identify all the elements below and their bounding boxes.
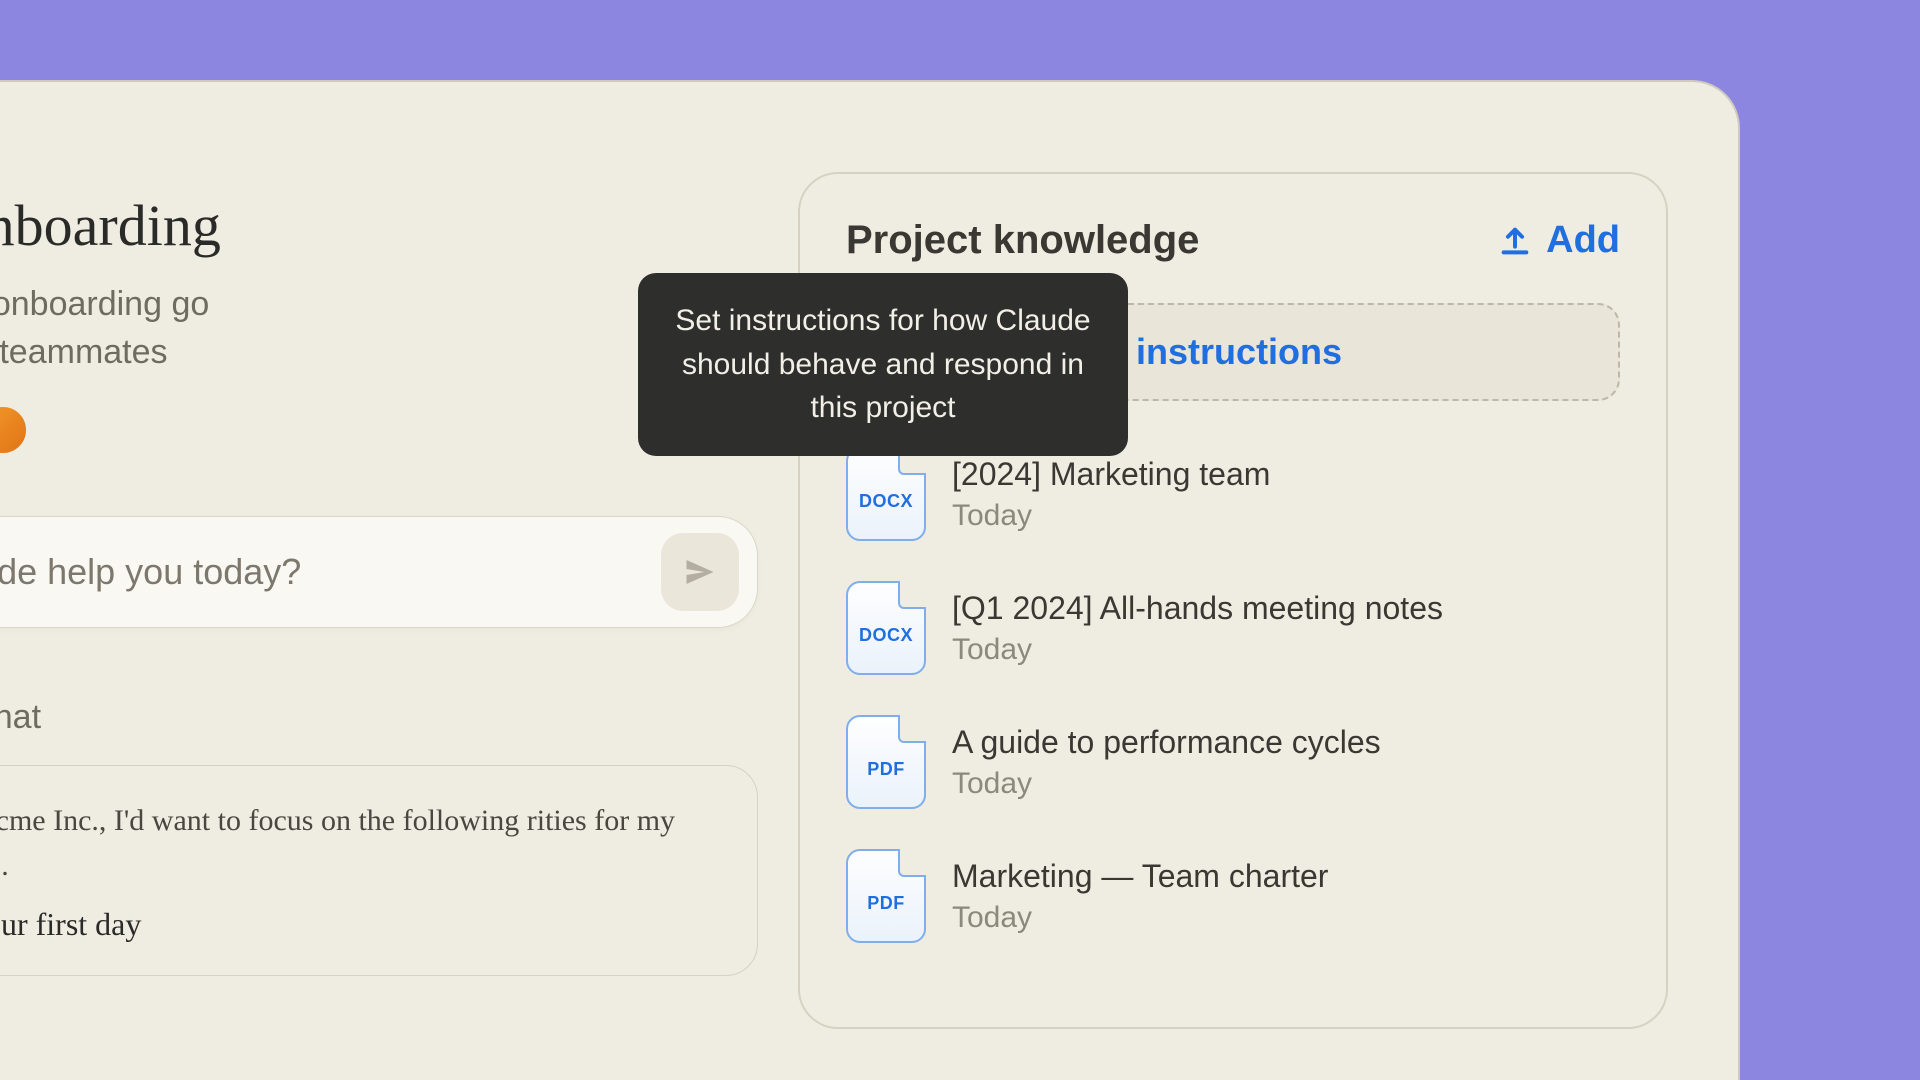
project-desc-line2: r my new teammates [0,333,168,371]
add-knowledge-label: Add [1546,219,1620,262]
project-desc-line1: ake sure onboarding go [0,285,209,323]
knowledge-file-item[interactable]: PDF Marketing — Team charter Today [846,849,1620,943]
shared-chat-label: hared a chat [0,698,758,737]
knowledge-title: Project knowledge [846,218,1199,263]
file-date: Today [952,499,1270,533]
file-type-icon: DOCX [846,447,926,541]
add-knowledge-button[interactable]: Add [1498,219,1620,262]
file-ext: DOCX [859,625,913,646]
app-window: hire onboarding ake sure onboarding go r… [0,80,1740,1080]
send-icon [682,554,718,590]
file-name: A guide to performance cycles [952,724,1381,761]
file-ext: PDF [867,893,905,914]
avatar-3[interactable] [0,404,29,456]
send-button[interactable] [661,533,739,611]
shared-chat-title: es for your first day [0,906,721,943]
file-type-icon: PDF [846,715,926,809]
file-name: Marketing — Team charter [952,858,1328,895]
project-title: hire onboarding [0,192,758,259]
chat-input[interactable]: n Claude help you today? [0,516,758,628]
file-type-icon: PDF [846,849,926,943]
shared-chat-card[interactable]: new at Acme Inc., I'd want to focus on t… [0,765,758,976]
file-name: [2024] Marketing team [952,456,1270,493]
upload-icon [1498,224,1532,258]
knowledge-file-item[interactable]: DOCX [Q1 2024] All-hands meeting notes T… [846,581,1620,675]
custom-instructions-tooltip: Set instructions for how Claude should b… [638,273,1128,456]
knowledge-file-item[interactable]: PDF A guide to performance cycles Today [846,715,1620,809]
file-date: Today [952,633,1443,667]
file-ext: PDF [867,759,905,780]
file-name: [Q1 2024] All-hands meeting notes [952,590,1443,627]
shared-chat-excerpt: new at Acme Inc., I'd want to focus on t… [0,798,721,888]
file-date: Today [952,767,1381,801]
chat-placeholder: n Claude help you today? [0,551,301,593]
file-date: Today [952,901,1328,935]
knowledge-file-list: DOCX [2024] Marketing team Today DOCX [Q… [846,447,1620,943]
knowledge-file-item[interactable]: DOCX [2024] Marketing team Today [846,447,1620,541]
file-ext: DOCX [859,491,913,512]
file-type-icon: DOCX [846,581,926,675]
knowledge-header: Project knowledge Add [846,218,1620,263]
